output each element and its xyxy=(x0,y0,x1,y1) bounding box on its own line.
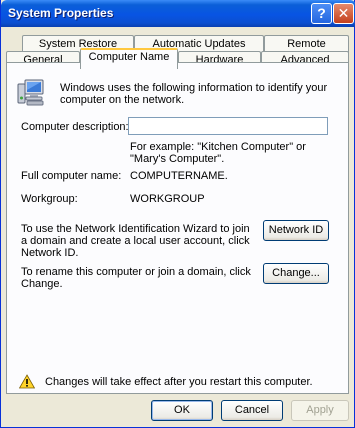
workgroup-value: WORKGROUP xyxy=(130,193,205,205)
title-bar[interactable]: System Properties ? ✕ xyxy=(1,0,355,27)
tab-computer-name[interactable]: Computer Name xyxy=(80,48,178,69)
full-computer-name-value: COMPUTERNAME. xyxy=(130,170,228,182)
example-text: For example: "Kitchen Computer" or "Mary… xyxy=(130,141,306,165)
restart-warning-text: Changes will take effect after you resta… xyxy=(45,376,313,388)
apply-button[interactable]: Apply xyxy=(291,400,349,421)
computer-description-input[interactable] xyxy=(128,117,328,135)
help-icon: ? xyxy=(317,5,326,21)
network-id-description: To use the Network Identification Wizard… xyxy=(21,223,250,259)
intro-text: Windows uses the following information t… xyxy=(60,82,328,106)
rename-description: To rename this computer or join a domain… xyxy=(21,266,251,290)
network-id-button[interactable]: Network ID xyxy=(263,220,329,241)
help-button[interactable]: ? xyxy=(311,3,332,24)
close-icon: ✕ xyxy=(337,5,350,21)
change-button[interactable]: Change... xyxy=(263,263,329,284)
window-title: System Properties xyxy=(8,6,114,20)
warning-icon xyxy=(19,374,35,389)
full-computer-name-label: Full computer name: xyxy=(21,170,122,182)
cancel-button[interactable]: Cancel xyxy=(221,400,283,421)
system-properties-window: System Properties ? ✕ System Restore Aut… xyxy=(0,0,355,428)
ok-button[interactable]: OK xyxy=(151,400,213,421)
computer-icon xyxy=(17,79,44,106)
close-button[interactable]: ✕ xyxy=(333,3,354,24)
computer-description-label: Computer description: xyxy=(21,121,129,133)
workgroup-label: Workgroup: xyxy=(21,193,78,205)
